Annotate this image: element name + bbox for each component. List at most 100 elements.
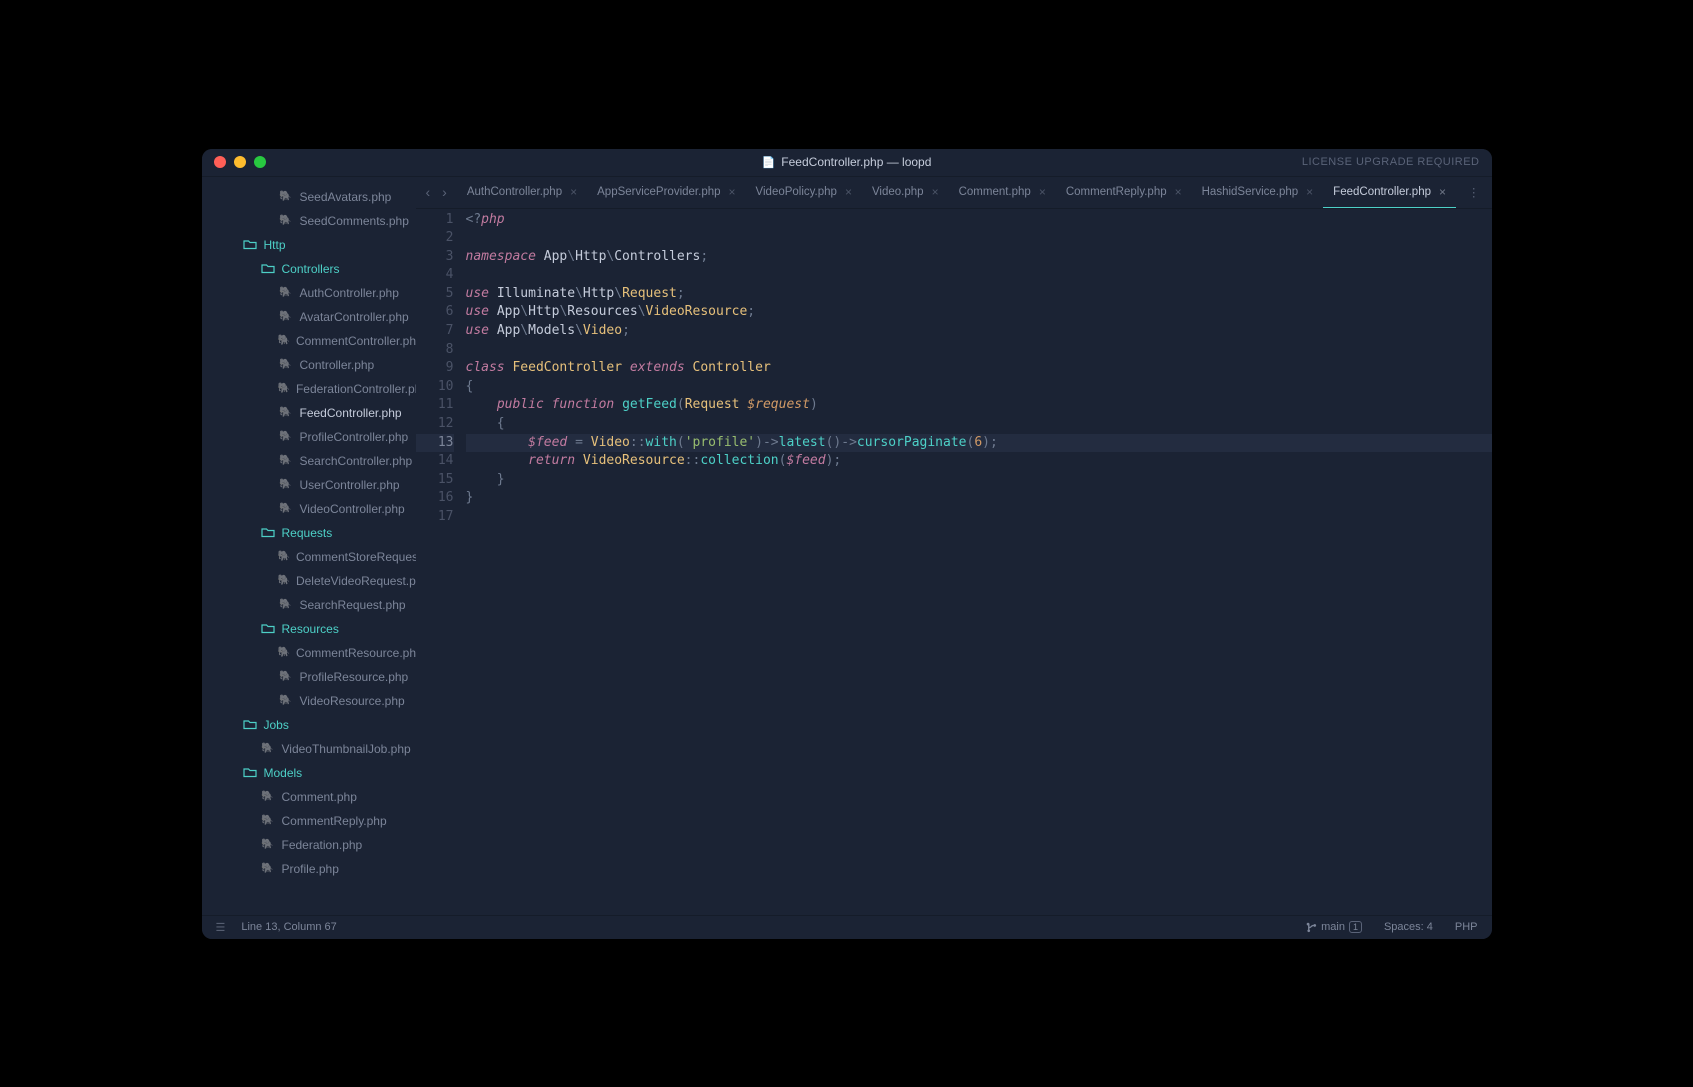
code-line[interactable]: class FeedController extends Controller (466, 359, 1492, 378)
php-file-icon: 🐘 (278, 383, 290, 394)
tab-appserviceprovider-php[interactable]: AppServiceProvider.php× (587, 177, 745, 208)
line-number[interactable]: 10 (416, 378, 454, 397)
sidebar-item-federationcontroller-php[interactable]: 🐘FederationController.php (202, 377, 416, 401)
close-window-button[interactable] (214, 156, 226, 168)
code-line[interactable]: $feed = Video::with('profile')->latest()… (466, 434, 1492, 453)
code-line[interactable]: return VideoResource::collection($feed); (466, 452, 1492, 471)
indentation-setting[interactable]: Spaces: 4 (1384, 921, 1433, 933)
line-number[interactable]: 11 (416, 396, 454, 415)
sidebar-item-resources[interactable]: Resources (202, 617, 416, 641)
sidebar-item-models[interactable]: Models (202, 761, 416, 785)
sidebar-item-jobs[interactable]: Jobs (202, 713, 416, 737)
tab-comment-php[interactable]: Comment.php × (949, 177, 1056, 208)
sidebar-item-videoresource-php[interactable]: 🐘VideoResource.php (202, 689, 416, 713)
sidebar-item-commentstorerequest-php[interactable]: 🐘CommentStoreRequest.php (202, 545, 416, 569)
code-line[interactable] (466, 508, 1492, 527)
code-line[interactable]: } (466, 489, 1492, 508)
code-line[interactable] (466, 341, 1492, 360)
line-number[interactable]: 13 (416, 434, 454, 453)
panel-toggle-icon[interactable]: ☰ (216, 921, 226, 934)
tab-video-php[interactable]: Video.php× (862, 177, 949, 208)
sidebar-item-controllers[interactable]: Controllers (202, 257, 416, 281)
nav-forward-icon[interactable]: › (442, 184, 447, 200)
sidebar-item-requests[interactable]: Requests (202, 521, 416, 545)
line-number[interactable]: 6 (416, 303, 454, 322)
tab-feedcontroller-php[interactable]: FeedController.php× (1323, 177, 1456, 208)
sidebar-item-seedavatars-php[interactable]: 🐘SeedAvatars.php (202, 185, 416, 209)
sidebar-item-seedcomments-php[interactable]: 🐘SeedComments.php (202, 209, 416, 233)
line-number[interactable]: 12 (416, 415, 454, 434)
tab-commentreply-php[interactable]: CommentReply.php× (1056, 177, 1192, 208)
close-icon[interactable]: × (570, 185, 577, 199)
code-line[interactable]: namespace App\Http\Controllers; (466, 248, 1492, 267)
sidebar-item-http[interactable]: Http (202, 233, 416, 257)
sidebar-item-searchrequest-php[interactable]: 🐘SearchRequest.php (202, 593, 416, 617)
php-file-icon: 🐘 (278, 551, 290, 562)
line-number-gutter: 1234567891011121314151617 (416, 211, 466, 915)
tab-hashidservice-php[interactable]: HashidService.php × (1192, 177, 1324, 208)
sidebar-item-searchcontroller-php[interactable]: 🐘SearchController.php (202, 449, 416, 473)
sidebar-item-commentcontroller-php[interactable]: 🐘CommentController.php (202, 329, 416, 353)
line-number[interactable]: 2 (416, 229, 454, 248)
close-icon[interactable]: × (1439, 185, 1446, 199)
folder-icon (260, 263, 276, 274)
code-line[interactable]: } (466, 471, 1492, 490)
tab-authcontroller-php[interactable]: AuthController.php× (457, 177, 587, 208)
language-mode[interactable]: PHP (1455, 921, 1478, 933)
sidebar-item-authcontroller-php[interactable]: 🐘AuthController.php (202, 281, 416, 305)
sidebar-item-profile-php[interactable]: 🐘Profile.php (202, 857, 416, 881)
code-line[interactable]: { (466, 378, 1492, 397)
close-icon[interactable]: × (845, 185, 852, 199)
close-icon[interactable]: × (1306, 185, 1313, 199)
code-line[interactable]: { (466, 415, 1492, 434)
minimize-window-button[interactable] (234, 156, 246, 168)
sidebar-item-videothumbnailjob-php[interactable]: 🐘VideoThumbnailJob.php (202, 737, 416, 761)
line-number[interactable]: 5 (416, 285, 454, 304)
sidebar-item-deletevideorequest-php[interactable]: 🐘DeleteVideoRequest.php (202, 569, 416, 593)
code-line[interactable]: use App\Models\Video; (466, 322, 1492, 341)
tab-videopolicy-php[interactable]: VideoPolicy.php× (746, 177, 862, 208)
code-content[interactable]: <?php namespace App\Http\Controllers; us… (466, 211, 1492, 915)
sidebar-item-feedcontroller-php[interactable]: 🐘FeedController.php (202, 401, 416, 425)
line-number[interactable]: 15 (416, 471, 454, 490)
line-number[interactable]: 7 (416, 322, 454, 341)
line-number[interactable]: 17 (416, 508, 454, 527)
sidebar-item-videocontroller-php[interactable]: 🐘VideoController.php (202, 497, 416, 521)
close-icon[interactable]: × (932, 185, 939, 199)
line-number[interactable]: 9 (416, 359, 454, 378)
maximize-window-button[interactable] (254, 156, 266, 168)
nav-back-icon[interactable]: ‹ (426, 184, 431, 200)
sidebar-item-commentresource-php[interactable]: 🐘CommentResource.php (202, 641, 416, 665)
code-line[interactable] (466, 229, 1492, 248)
line-number[interactable]: 8 (416, 341, 454, 360)
code-line[interactable]: use Illuminate\Http\Request; (466, 285, 1492, 304)
tab-label: HashidService.php (1202, 186, 1299, 198)
line-number[interactable]: 14 (416, 452, 454, 471)
sidebar-item-profilecontroller-php[interactable]: 🐘ProfileController.php (202, 425, 416, 449)
close-icon[interactable]: × (1175, 185, 1182, 199)
git-branch-indicator[interactable]: main 1 (1306, 921, 1362, 933)
sidebar-item-controller-php[interactable]: 🐘Controller.php (202, 353, 416, 377)
code-line[interactable]: <?php (466, 211, 1492, 230)
code-line[interactable] (466, 266, 1492, 285)
sidebar-item-commentreply-php[interactable]: 🐘CommentReply.php (202, 809, 416, 833)
close-icon[interactable]: × (729, 185, 736, 199)
cursor-position[interactable]: Line 13, Column 67 (241, 921, 336, 933)
line-number[interactable]: 4 (416, 266, 454, 285)
line-number[interactable]: 3 (416, 248, 454, 267)
close-icon[interactable]: × (1039, 185, 1046, 199)
code-line[interactable]: public function getFeed(Request $request… (466, 396, 1492, 415)
line-number[interactable]: 1 (416, 211, 454, 230)
sidebar-item-comment-php[interactable]: 🐘Comment.php (202, 785, 416, 809)
sidebar-item-avatarcontroller-php[interactable]: 🐘AvatarController.php (202, 305, 416, 329)
sidebar-item-federation-php[interactable]: 🐘Federation.php (202, 833, 416, 857)
sidebar-item-profileresource-php[interactable]: 🐘ProfileResource.php (202, 665, 416, 689)
code-line[interactable]: use App\Http\Resources\VideoResource; (466, 303, 1492, 322)
tab-label: Comment.php (959, 186, 1031, 198)
code-editor[interactable]: 1234567891011121314151617 <?php namespac… (416, 209, 1492, 915)
sidebar-item-usercontroller-php[interactable]: 🐘UserController.php (202, 473, 416, 497)
line-number[interactable]: 16 (416, 489, 454, 508)
license-notice[interactable]: LICENSE UPGRADE REQUIRED (1302, 156, 1480, 168)
tab-overflow-button[interactable]: ⋮ (1456, 177, 1492, 208)
sidebar-file-tree[interactable]: 🐘SeedAvatars.php🐘SeedComments.phpHttpCon… (202, 177, 416, 915)
